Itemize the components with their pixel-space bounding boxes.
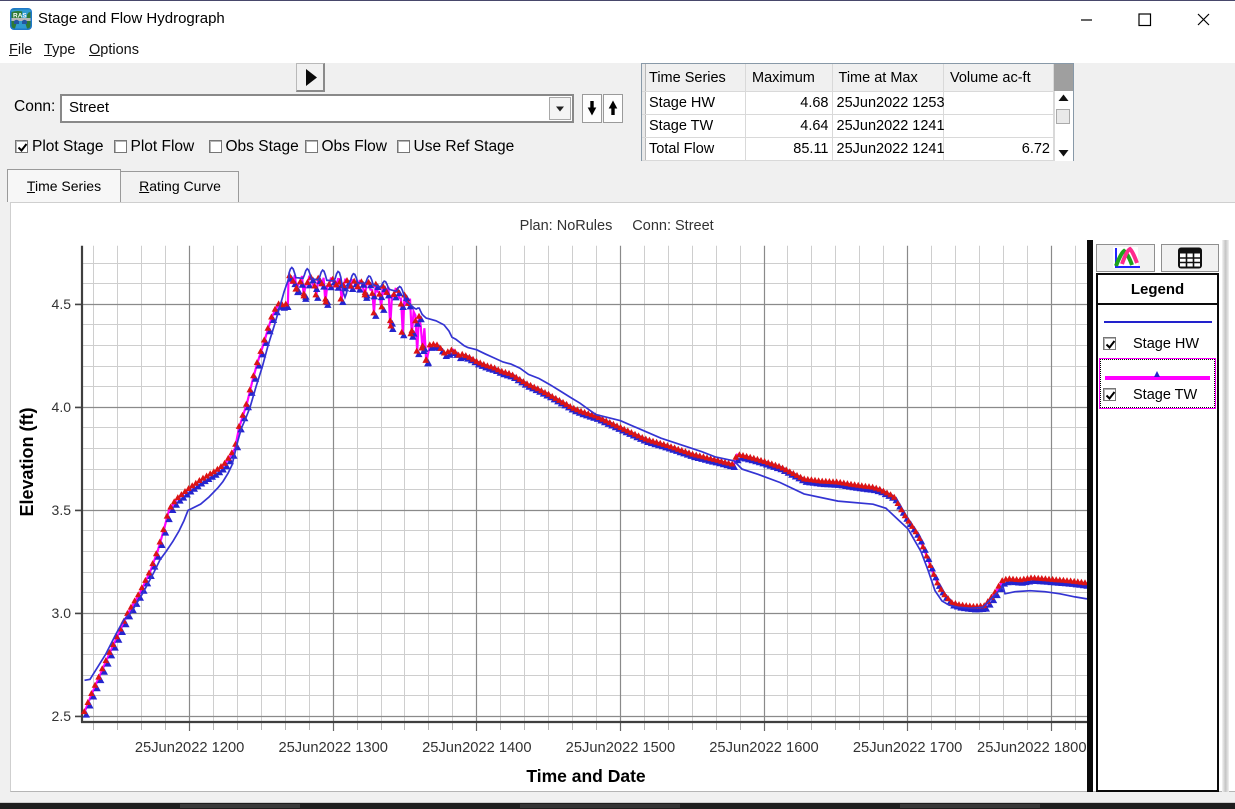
svg-text:Conn: Street: Conn: Street [632, 218, 713, 234]
svg-text:4.0: 4.0 [52, 399, 72, 415]
svg-text:Plan: NoRules: Plan: NoRules [520, 218, 613, 234]
svg-text:25Jun2022 1600: 25Jun2022 1600 [709, 740, 818, 756]
svg-text:25Jun2022 1400: 25Jun2022 1400 [422, 740, 531, 756]
svg-text:25Jun2022 1200: 25Jun2022 1200 [135, 740, 244, 756]
svg-text:25Jun2022 1300: 25Jun2022 1300 [278, 740, 387, 756]
svg-text:25Jun2022 1500: 25Jun2022 1500 [566, 740, 675, 756]
svg-text:25Jun2022 1800: 25Jun2022 1800 [977, 740, 1086, 756]
svg-text:Time and Date: Time and Date [526, 766, 646, 786]
svg-text:3.0: 3.0 [52, 605, 72, 621]
svg-text:3.5: 3.5 [52, 502, 72, 518]
svg-text:2.5: 2.5 [52, 708, 72, 724]
svg-text:Elevation (ft): Elevation (ft) [17, 407, 37, 516]
svg-text:4.5: 4.5 [52, 296, 72, 312]
svg-text:25Jun2022 1700: 25Jun2022 1700 [853, 740, 962, 756]
